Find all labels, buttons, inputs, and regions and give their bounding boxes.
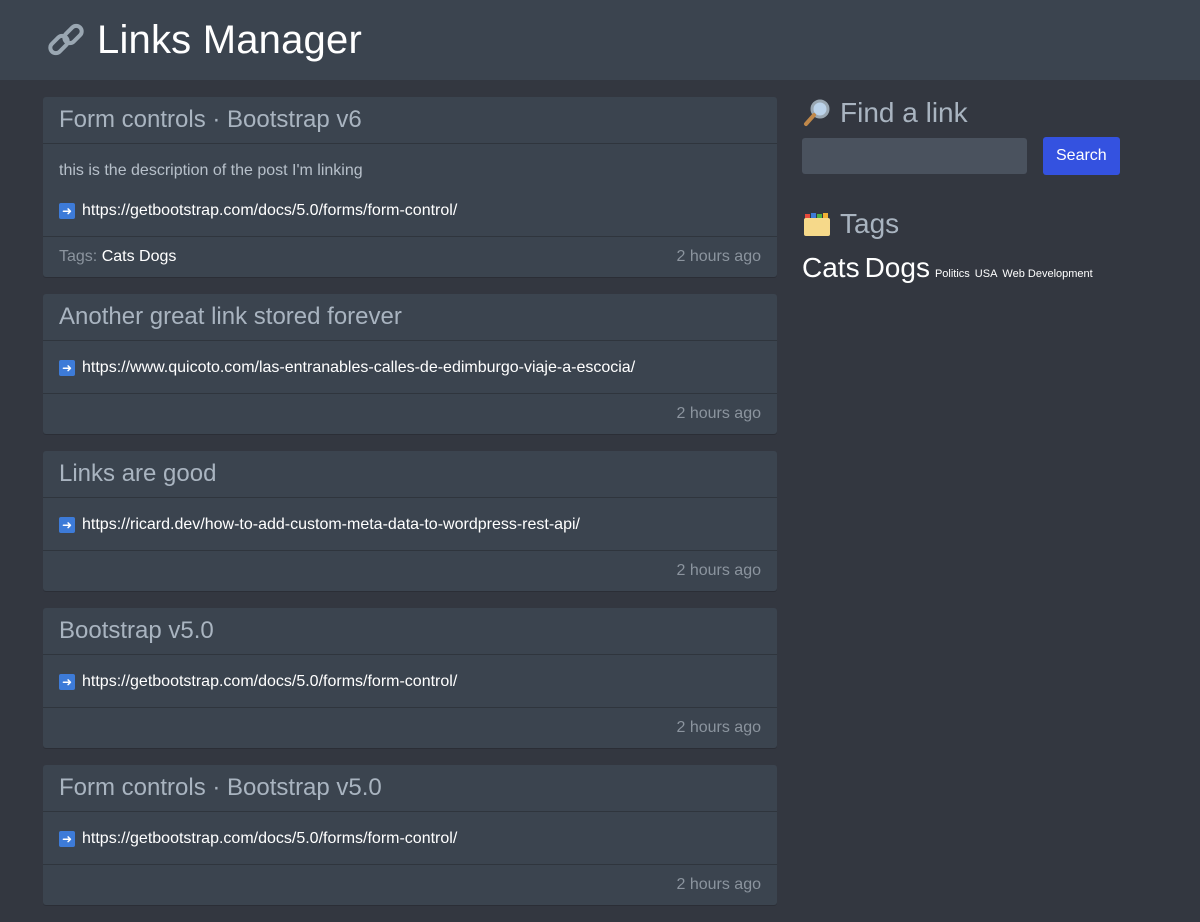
link-title: Links are good	[59, 460, 217, 487]
search-form: Search	[802, 137, 1162, 175]
link-timestamp: 2 hours ago	[676, 405, 761, 422]
arrow-right-icon: ➜	[59, 517, 75, 533]
link-url[interactable]: https://getbootstrap.com/docs/5.0/forms/…	[82, 673, 457, 691]
link-card: Another great link stored forever ➜ http…	[43, 294, 777, 434]
link-card: Form controls · Bootstrap v5.0 ➜ https:/…	[43, 765, 777, 905]
links-list: Form controls · Bootstrap v6 this is the…	[43, 97, 777, 922]
tag-usa[interactable]: USA	[975, 268, 998, 280]
link-tags[interactable]: Cats Dogs	[102, 248, 177, 265]
tags-title: Tags	[840, 208, 900, 239]
search-heading: Find a link	[802, 97, 1162, 129]
magnifier-icon	[802, 98, 832, 128]
search-button[interactable]: Search	[1043, 137, 1120, 175]
link-card: Bootstrap v5.0 ➜ https://getbootstrap.co…	[43, 608, 777, 748]
tag-politics[interactable]: Politics	[935, 268, 970, 280]
app-title: Links Manager	[97, 17, 362, 62]
tags-label: Tags:	[59, 248, 98, 265]
tag-cats[interactable]: Cats	[802, 252, 860, 284]
tag-cloud: Cats Dogs Politics USA Web Development	[802, 252, 1162, 284]
tag-dogs[interactable]: Dogs	[865, 252, 930, 284]
arrow-right-icon: ➜	[59, 203, 75, 219]
link-title: Form controls · Bootstrap v6	[59, 106, 362, 133]
link-url[interactable]: https://www.quicoto.com/las-entranables-…	[82, 359, 635, 377]
sidebar: Find a link Search Tags Cats Dogs Politi…	[802, 97, 1162, 284]
link-timestamp: 2 hours ago	[676, 562, 761, 579]
arrow-right-icon: ➜	[59, 360, 75, 376]
link-url[interactable]: https://getbootstrap.com/docs/5.0/forms/…	[82, 830, 457, 848]
link-card: Form controls · Bootstrap v6 this is the…	[43, 97, 777, 277]
arrow-right-icon: ➜	[59, 831, 75, 847]
folder-icon	[802, 209, 832, 239]
link-title: Bootstrap v5.0	[59, 617, 214, 644]
link-timestamp: 2 hours ago	[676, 248, 761, 265]
link-description: this is the description of the post I'm …	[59, 162, 363, 179]
tag-web-development[interactable]: Web Development	[1002, 268, 1092, 280]
link-url[interactable]: https://ricard.dev/how-to-add-custom-met…	[82, 516, 580, 534]
app-header: Links Manager	[0, 0, 1200, 80]
link-title: Another great link stored forever	[59, 303, 402, 330]
link-url[interactable]: https://getbootstrap.com/docs/5.0/forms/…	[82, 202, 457, 220]
search-title: Find a link	[840, 97, 968, 128]
link-card: Links are good ➜ https://ricard.dev/how-…	[43, 451, 777, 591]
arrow-right-icon: ➜	[59, 674, 75, 690]
link-title: Form controls · Bootstrap v5.0	[59, 774, 382, 801]
link-timestamp: 2 hours ago	[676, 876, 761, 893]
link-timestamp: 2 hours ago	[676, 719, 761, 736]
tags-heading: Tags	[802, 208, 1162, 240]
search-input[interactable]	[802, 138, 1027, 174]
link-icon	[45, 19, 87, 61]
